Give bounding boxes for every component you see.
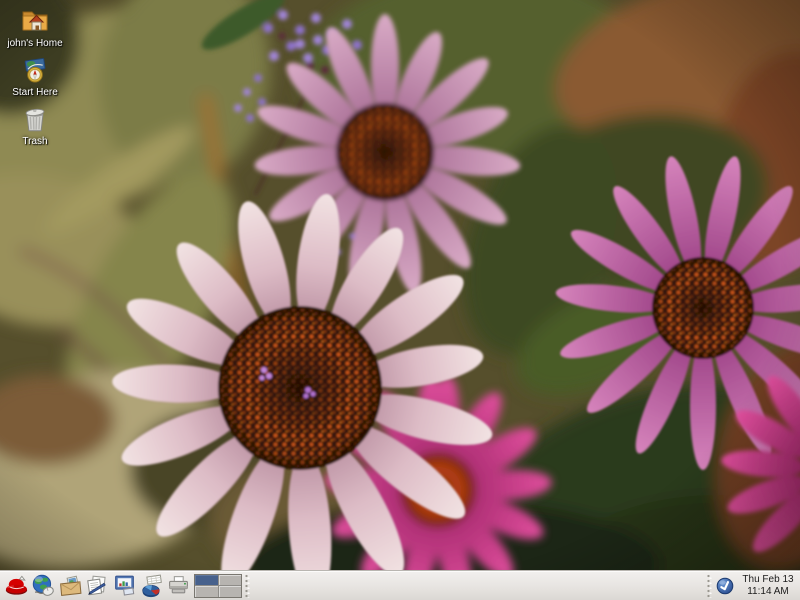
workspace-switcher [194,574,242,598]
workspace-3[interactable] [195,586,218,597]
trash-can-icon [20,101,50,134]
desktop-icon-johns-home[interactable]: john's Home [2,3,68,49]
desktop-icon-label: Start Here [12,87,58,98]
email-launcher[interactable] [57,572,84,600]
start-here-compass-icon [20,52,50,85]
spreadsheet-launcher[interactable] [138,572,165,600]
workspace-1[interactable] [195,575,218,586]
desktop-icon-column: john's Home Start Here [2,3,68,150]
printer-icon [166,573,191,598]
clock-time: 11:14 AM [739,586,797,598]
pie-chart-sheet-icon [139,573,164,598]
desktop-icon-label: john's Home [7,38,62,49]
main-menu-button[interactable] [3,572,30,600]
print-manager-launcher[interactable] [165,572,192,600]
presentation-launcher[interactable] [111,572,138,600]
desktop-icon-label: Trash [22,136,47,147]
desktop-icon-trash[interactable]: Trash [2,101,68,147]
desktop[interactable]: john's Home Start Here [0,0,800,600]
update-check-icon [716,577,734,595]
desktop-icon-start-here[interactable]: Start Here [2,52,68,98]
workspace-2[interactable] [219,575,242,586]
documents-pen-icon [85,573,110,598]
envelope-icon [58,573,83,598]
update-notification-button[interactable] [715,576,735,596]
clock-date: Thu Feb 13 [739,574,797,586]
window-list-handle[interactable] [245,574,250,598]
web-browser-launcher[interactable] [30,572,57,600]
workspace-4[interactable] [219,586,242,597]
notification-area-handle[interactable] [707,574,712,598]
red-hat-icon [4,573,29,598]
panel: Thu Feb 13 11:14 AM [0,570,800,600]
chart-slide-icon [112,573,137,598]
wallpaper-image [0,0,800,600]
clock-applet[interactable]: Thu Feb 13 11:14 AM [739,574,797,597]
word-processor-launcher[interactable] [84,572,111,600]
home-folder-icon [19,3,51,36]
globe-mouse-icon [31,573,56,598]
